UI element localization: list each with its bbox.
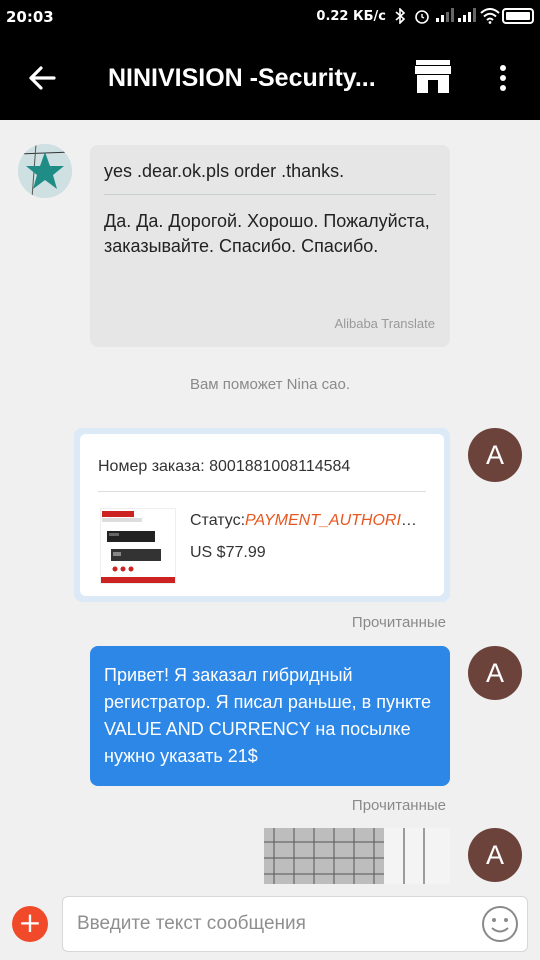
user-avatar[interactable]: A (468, 828, 522, 882)
bluetooth-icon (392, 7, 408, 25)
network-speed: 0.22 КБ/с (316, 8, 386, 24)
message-field[interactable] (62, 896, 528, 952)
outgoing-message[interactable]: Привет! Я заказал гибридный регистратор.… (90, 646, 450, 786)
signal-icon-2 (458, 8, 476, 24)
message-original-text: yes .dear.ok.pls order .thanks. (104, 161, 345, 181)
wifi-icon (480, 8, 500, 24)
user-avatar[interactable]: A (468, 646, 522, 700)
signal-icon-1 (436, 8, 454, 24)
dvr-product-image (101, 509, 175, 583)
add-attachment-button[interactable]: + (12, 906, 48, 942)
order-status-label: Статус: (190, 512, 246, 529)
translation-divider (104, 194, 436, 195)
alarm-icon (414, 8, 430, 24)
order-status: Статус:PAYMENT_AUTHORIZED (190, 512, 426, 530)
read-receipt: Прочитанные (351, 797, 446, 814)
system-message: Вам поможет Nina cao. (189, 376, 351, 393)
back-arrow-icon[interactable] (26, 62, 58, 94)
order-divider (98, 491, 426, 492)
app-bar: NINIVISION -Security... (0, 36, 540, 120)
store-icon[interactable] (414, 60, 452, 94)
order-status-value: PAYMENT_AUTHORIZED (245, 512, 426, 529)
star-avatar-icon (18, 144, 72, 198)
clock: 20:03 (6, 8, 54, 26)
incoming-message[interactable]: yes .dear.ok.pls order .thanks. Да. Да. … (90, 145, 450, 347)
order-price: US $77.99 (190, 544, 266, 561)
emoji-icon[interactable] (481, 905, 519, 943)
conversation-title: NINIVISION -Security... (108, 64, 376, 92)
read-receipt: Прочитанные (351, 614, 446, 631)
product-thumbnail[interactable] (100, 508, 176, 584)
photo-thumbnail (264, 828, 450, 884)
battery-icon (502, 8, 534, 24)
message-translated-text: Да. Да. Дорогой. Хорошо. Пожалуйста, зак… (104, 211, 430, 256)
user-avatar[interactable]: A (468, 428, 522, 482)
status-bar: 20:03 0.22 КБ/с (0, 0, 540, 36)
translator-credit: Alibaba Translate (334, 316, 435, 331)
order-number: Номер заказа: 8001881008114584 (98, 458, 351, 475)
message-input[interactable] (63, 897, 463, 951)
seller-avatar[interactable] (18, 144, 72, 198)
image-message[interactable] (264, 828, 450, 884)
status-icons: 0.22 КБ/с (316, 7, 534, 25)
more-vert-icon[interactable] (490, 62, 516, 94)
order-card-inner: Номер заказа: 8001881008114584 Статус:PA… (80, 434, 444, 596)
order-card[interactable]: Номер заказа: 8001881008114584 Статус:PA… (74, 428, 450, 602)
message-input-bar: + (0, 884, 540, 960)
